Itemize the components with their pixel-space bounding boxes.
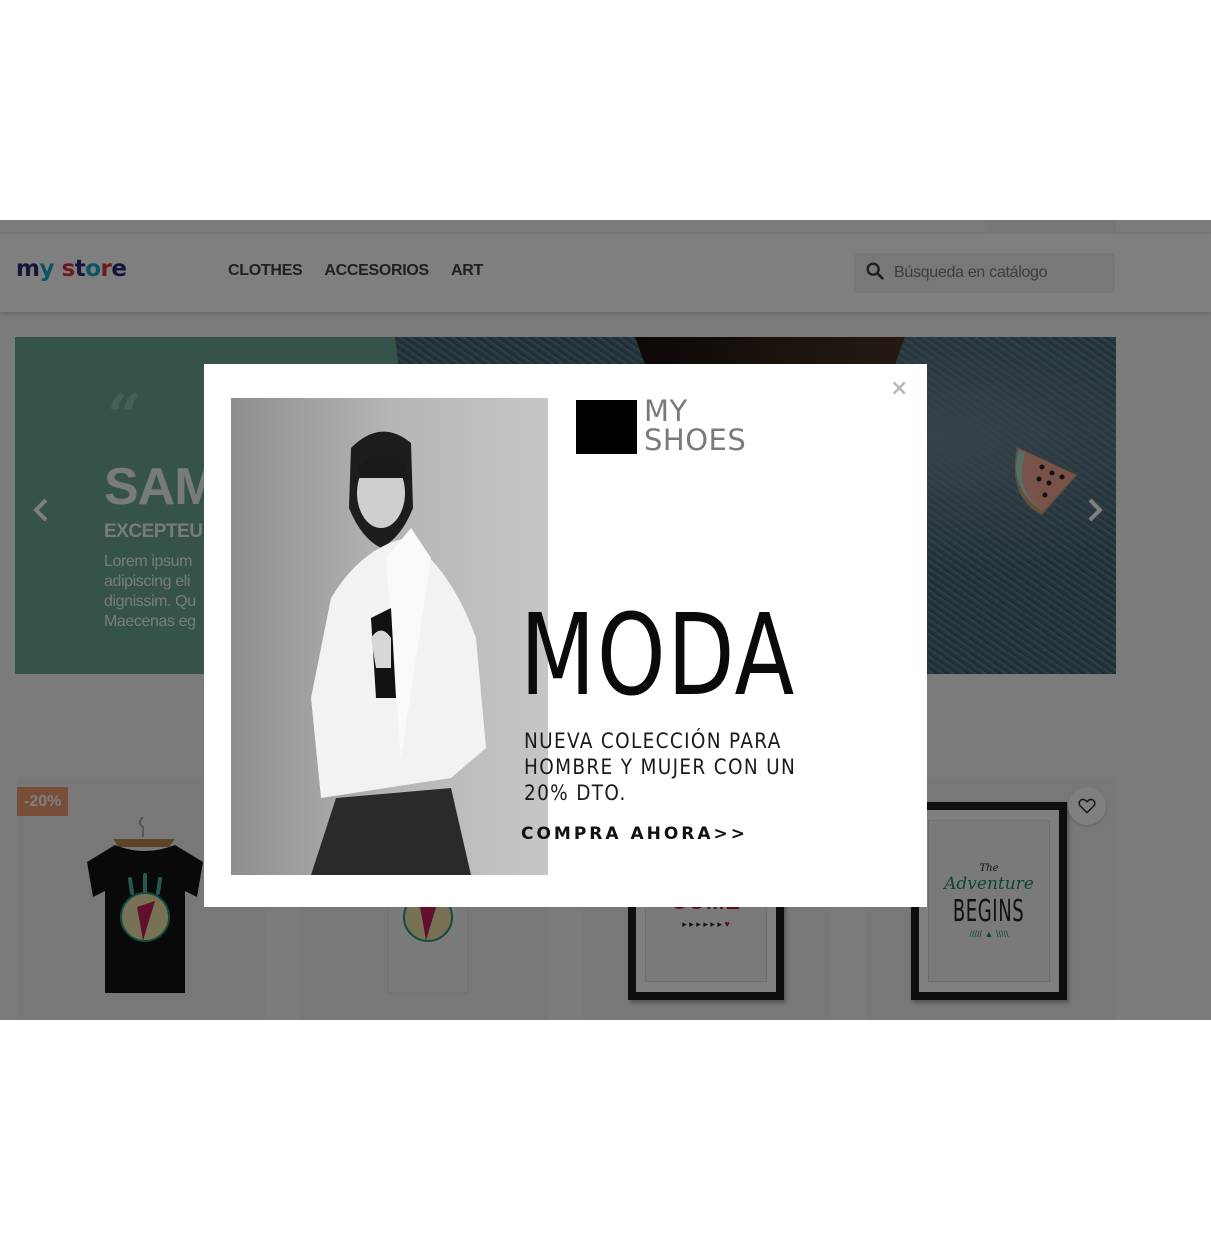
brand-line: MY (644, 394, 688, 428)
model-figure-image (231, 398, 548, 875)
model-photo (231, 398, 548, 875)
brand-logo-square (576, 400, 637, 454)
brand-name: MY SHOES (644, 397, 746, 455)
promo-line: 20% DTO. (524, 781, 627, 805)
shop-now-link[interactable]: COMPRA AHORA>> (521, 824, 748, 844)
promo-line: NUEVA COLECCIÓN PARA (524, 729, 782, 753)
promo-modal: × MY SHOES MODA NUEVA COLECCIÓN PARA HOM… (204, 364, 927, 907)
promo-line: HOMBRE Y MUJER CON UN (524, 755, 797, 779)
close-button[interactable]: × (890, 378, 908, 400)
promo-description: NUEVA COLECCIÓN PARA HOMBRE Y MUJER CON … (524, 728, 806, 806)
promo-headline: MODA (520, 591, 796, 721)
brand-line: SHOES (644, 423, 747, 457)
